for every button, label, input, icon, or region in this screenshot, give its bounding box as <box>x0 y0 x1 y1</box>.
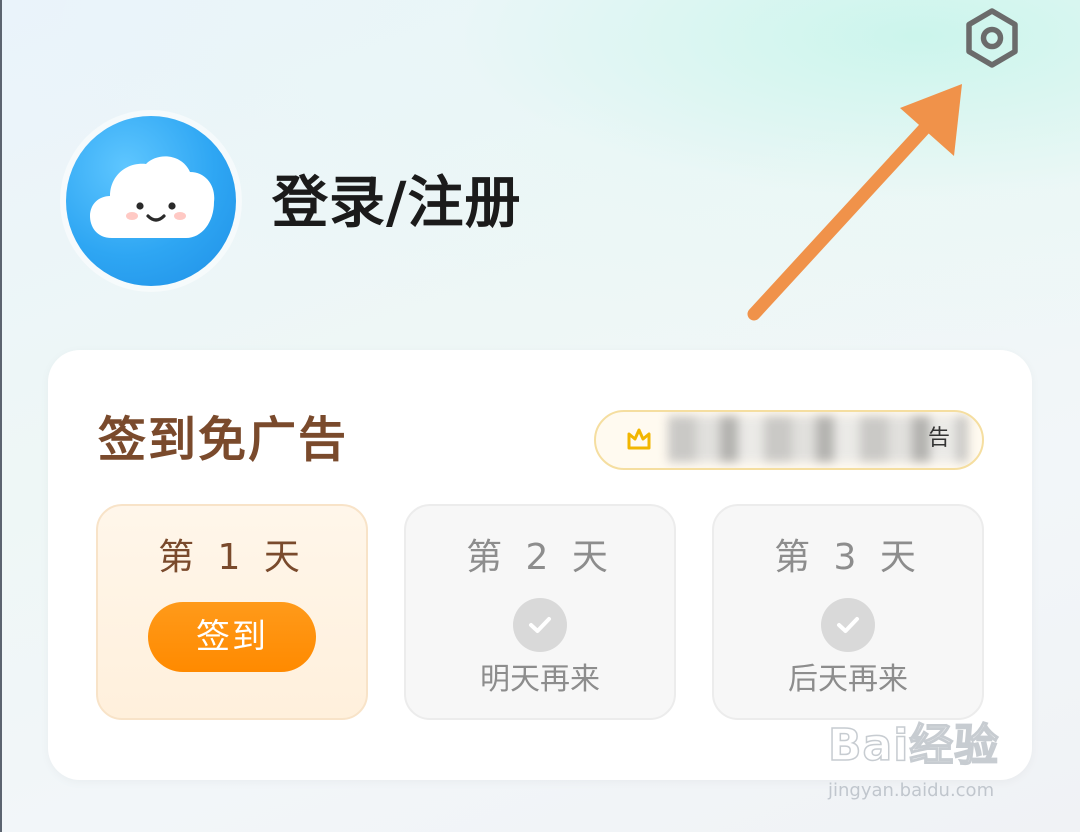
checkin-card: 签到免广告 告 第 1 天 签到 第 2 天 明天再来 第 3 天 后天再来 <box>48 350 1032 780</box>
day-card-2: 第 2 天 明天再来 <box>404 504 676 720</box>
day-card-1: 第 1 天 签到 <box>96 504 368 720</box>
cloud-mascot-icon <box>90 156 215 238</box>
day-note: 后天再来 <box>788 662 908 697</box>
settings-hexagon-icon <box>966 8 1018 68</box>
avatar[interactable] <box>66 116 236 286</box>
crown-icon <box>627 428 651 450</box>
checkin-button[interactable]: 签到 <box>148 602 316 672</box>
checkin-title: 签到免广告 <box>98 412 349 468</box>
watermark-url: jingyan.baidu.com <box>828 780 995 801</box>
day-label: 第 3 天 <box>774 537 922 578</box>
login-register-link[interactable]: 登录/注册 <box>272 166 521 242</box>
check-icon <box>821 598 875 652</box>
day-card-3: 第 3 天 后天再来 <box>712 504 984 720</box>
day-note: 明天再来 <box>480 662 600 697</box>
settings-button[interactable] <box>958 8 1026 68</box>
check-icon <box>513 598 567 652</box>
promo-text-tail: 告 <box>927 426 950 451</box>
promo-pill[interactable]: 告 <box>594 410 984 470</box>
day-label: 第 2 天 <box>466 537 614 578</box>
day-label: 第 1 天 <box>158 537 306 578</box>
promo-text-redacted <box>668 416 968 462</box>
window-edge <box>0 0 2 832</box>
